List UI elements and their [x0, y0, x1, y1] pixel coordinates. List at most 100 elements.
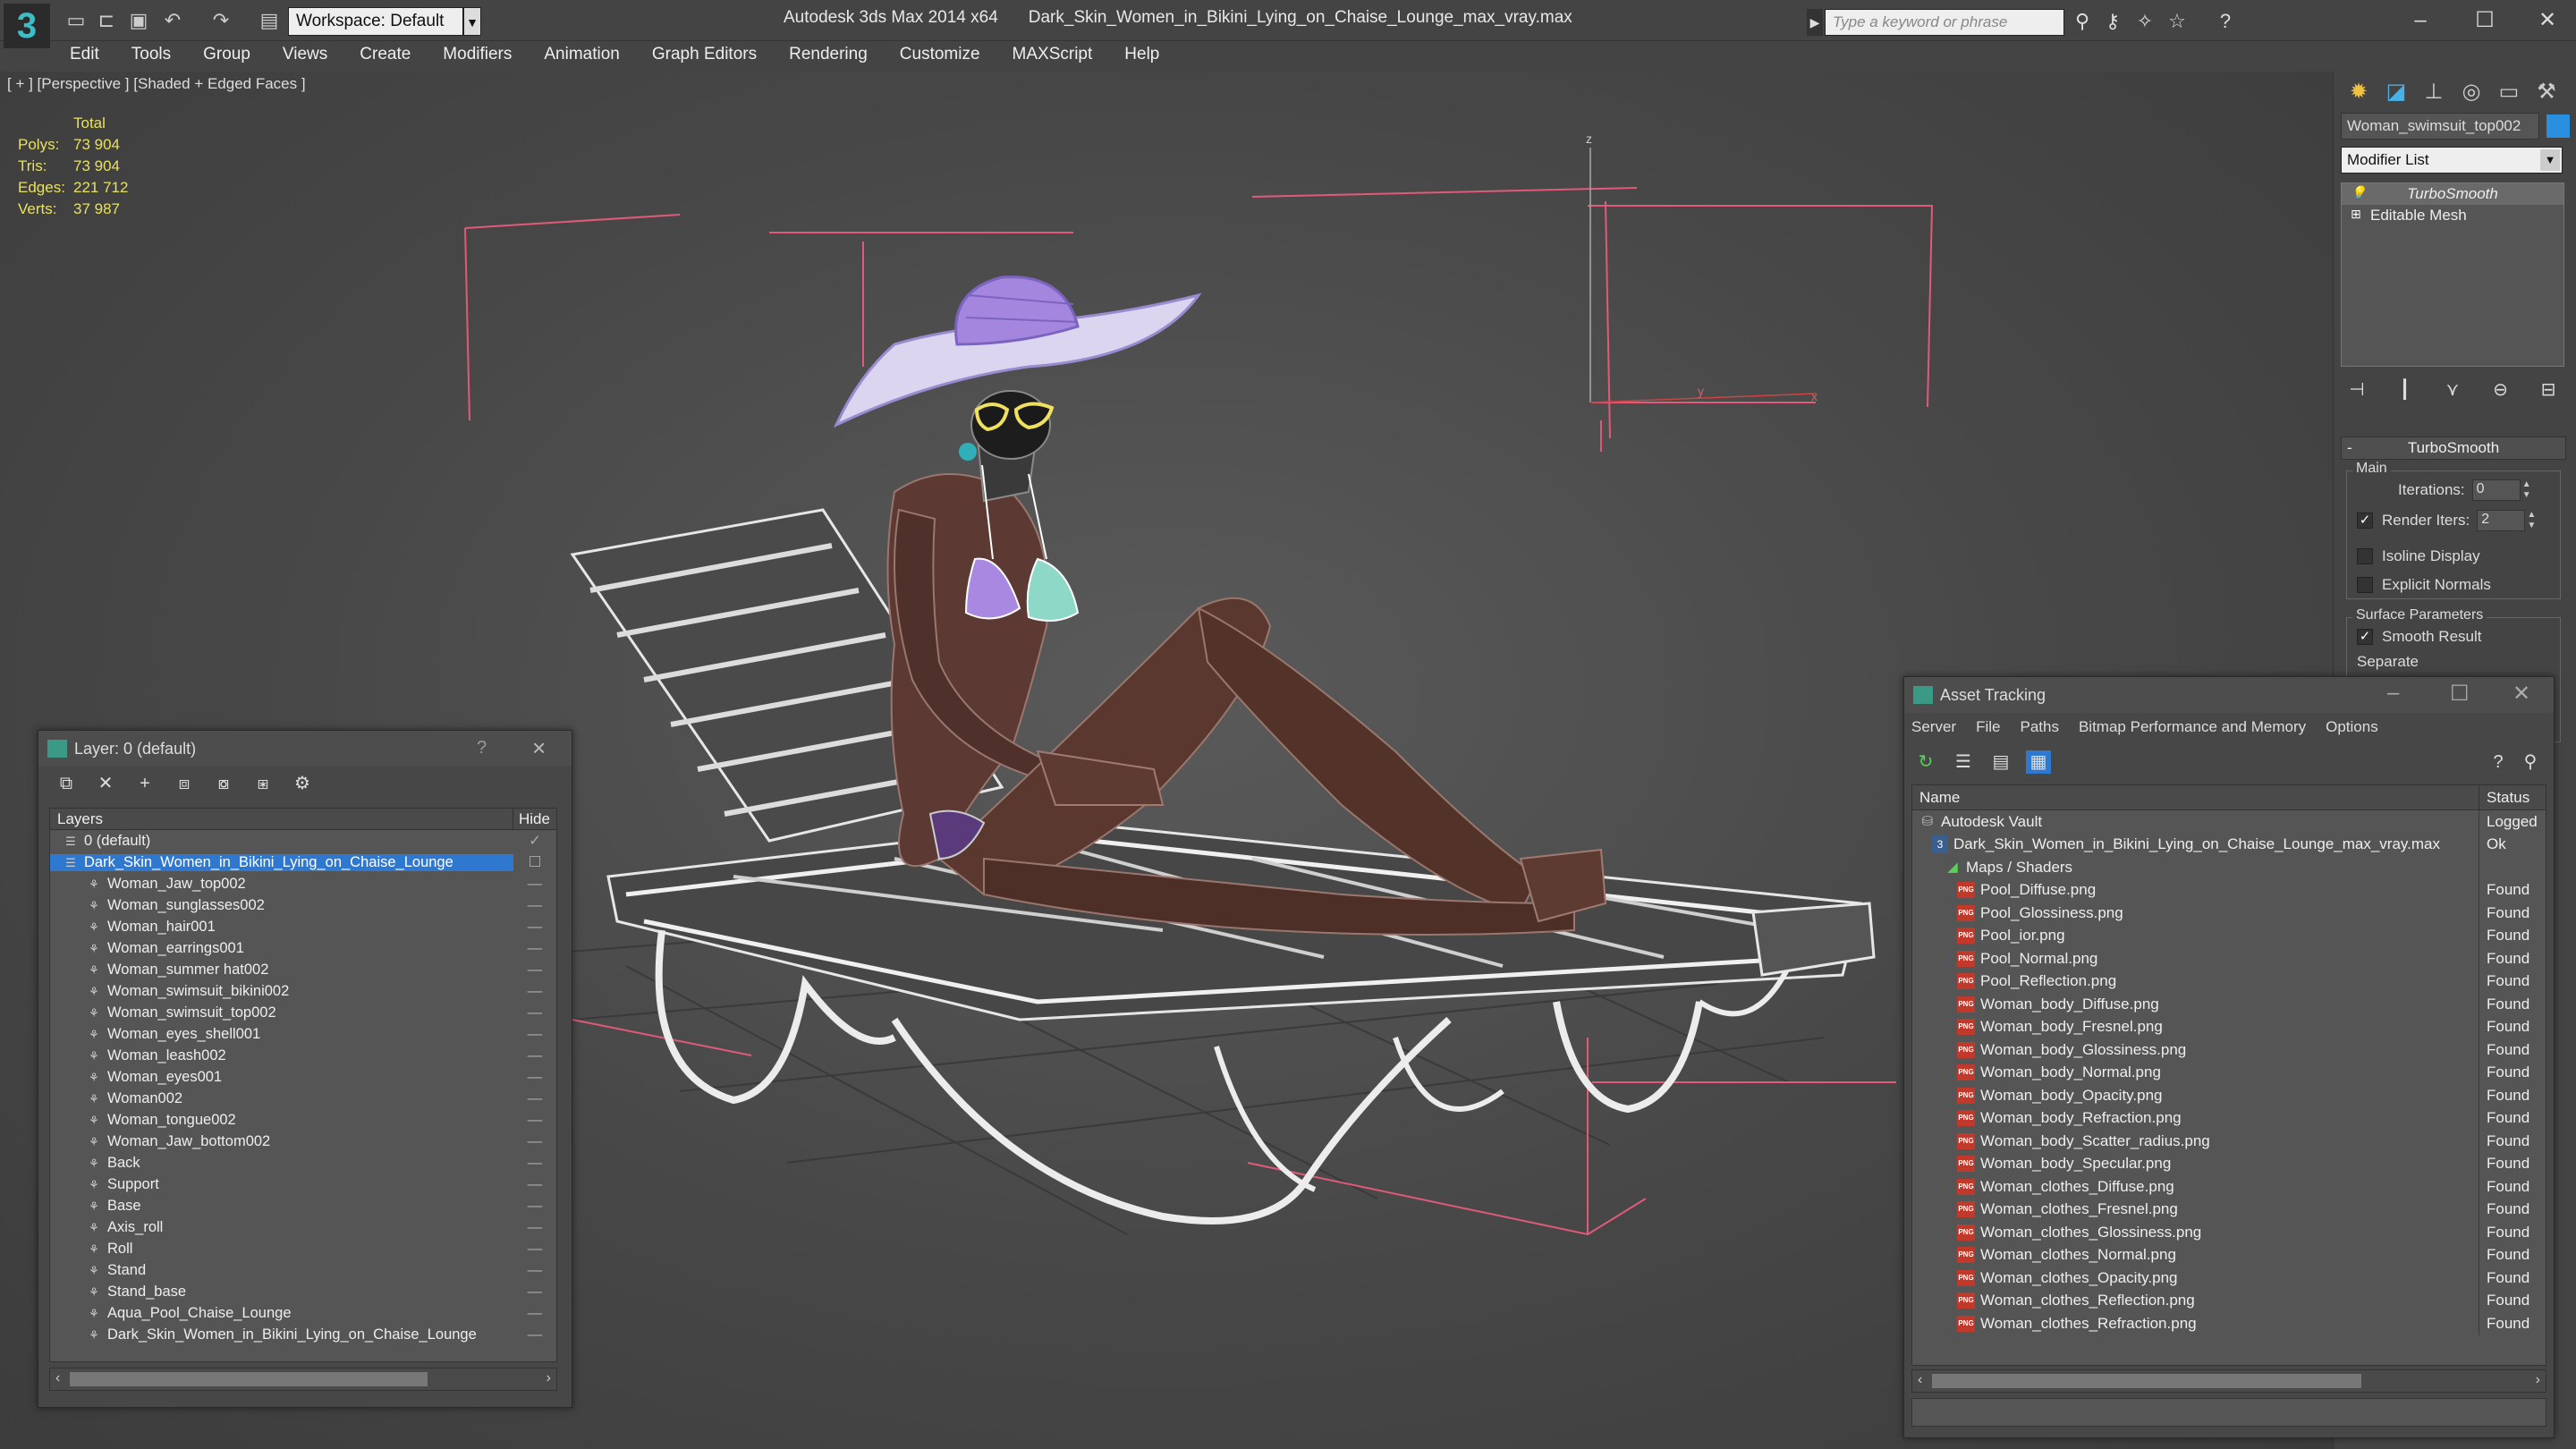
layer-row-name[interactable]: ⚘ Roll [50, 1241, 513, 1258]
menu-tools[interactable]: Tools [115, 41, 187, 68]
make-unique-icon[interactable]: ⋎ [2436, 374, 2469, 406]
help-search-icon[interactable]: ⚲ [2518, 750, 2543, 774]
new-file-icon[interactable]: ▭ [64, 9, 88, 32]
hide-toggle-icon[interactable]: — [513, 1090, 556, 1107]
asset-row-name[interactable]: PNG Pool_ior.png [1912, 924, 2479, 947]
menu-edit[interactable]: Edit [54, 41, 115, 68]
menu-maxscript[interactable]: MAXScript [996, 41, 1109, 68]
asset-row[interactable]: PNG Pool_ior.png Found [1912, 924, 2546, 947]
hide-toggle-icon[interactable]: — [513, 1112, 556, 1129]
layer-row-name[interactable]: ⚘ Woman_eyes001 [50, 1069, 513, 1086]
binoculars-icon[interactable]: ⚲ [2070, 9, 2095, 34]
smooth-result-checkbox[interactable]: ✓ [2357, 629, 2373, 645]
layer-row[interactable]: ⚘ Stand — [50, 1259, 556, 1281]
asset-row-name[interactable]: PNG Pool_Glossiness.png [1912, 902, 2479, 925]
layer-row-name[interactable]: ⚘ Woman_summer hat002 [50, 962, 513, 979]
search-input[interactable]: Type a keyword or phrase [1825, 9, 2064, 36]
layer-row-name[interactable]: ⚘ Woman_hair001 [50, 919, 513, 936]
hide-toggle-icon[interactable]: — [513, 1176, 556, 1193]
scroll-left-icon[interactable]: ‹ [55, 1370, 60, 1386]
asset-row[interactable]: PNG Woman_clothes_Refraction.png Found [1912, 1312, 2546, 1335]
render-iters-spinner[interactable]: 2 [2477, 510, 2526, 531]
asset-row-name[interactable]: PNG Woman_body_Specular.png [1912, 1152, 2479, 1175]
layer-row[interactable]: ⚘ Woman_Jaw_bottom002 — [50, 1131, 556, 1152]
configure-modifier-sets-icon[interactable]: ⊟ [2532, 374, 2564, 406]
list-view-icon[interactable]: ☰ [1951, 750, 1976, 774]
save-file-icon[interactable]: ▣ [127, 9, 150, 32]
layer-row[interactable]: ⚘ Dark_Skin_Women_in_Bikini_Lying_on_Chai… [50, 1324, 556, 1345]
layer-row-name[interactable]: ⚘ Woman_Jaw_bottom002 [50, 1133, 513, 1150]
layer-row-name[interactable]: ⚘ Woman_swimsuit_bikini002 [50, 983, 513, 1000]
scroll-right-icon[interactable]: › [547, 1370, 551, 1386]
layer-row[interactable]: ⚘ Back — [50, 1152, 556, 1174]
asset-menu-paths[interactable]: Paths [2020, 718, 2058, 740]
layer-row-name[interactable]: ⚘ Aqua_Pool_Chaise_Lounge [50, 1305, 513, 1322]
hide-toggle-icon[interactable]: — [513, 1155, 556, 1172]
hide-toggle-icon[interactable]: — [513, 1219, 556, 1236]
redo-icon[interactable]: ↷ [209, 9, 233, 32]
layer-row[interactable]: ⚘ Woman_leash002 — [50, 1045, 556, 1066]
asset-row-name[interactable]: PNG Pool_Diffuse.png [1912, 878, 2479, 902]
asset-row-name[interactable]: ◢ Maps / Shaders [1912, 856, 2479, 879]
asset-row[interactable]: PNG Woman_body_Diffuse.png Found [1912, 993, 2546, 1016]
asset-row[interactable]: PNG Woman_clothes_Fresnel.png Found [1912, 1198, 2546, 1221]
layer-row-name[interactable]: ⚘ Woman_earrings001 [50, 940, 513, 957]
layer-manager-icon[interactable]: ⧉ [53, 772, 80, 795]
column-header-hide[interactable]: Hide [513, 809, 556, 829]
delete-layer-icon[interactable]: ✕ [92, 772, 119, 795]
chevron-down-icon[interactable]: ▼ [463, 7, 481, 36]
hide-toggle-icon[interactable]: — [513, 1326, 556, 1343]
motion-tab-icon[interactable]: ◎ [2455, 77, 2487, 107]
scroll-right-icon[interactable]: › [2536, 1372, 2540, 1388]
close-icon[interactable]: × [532, 734, 546, 762]
asset-row[interactable]: PNG Pool_Diffuse.png Found [1912, 878, 2546, 902]
hide-toggle-icon[interactable]: — [513, 1133, 556, 1150]
hide-toggle-icon[interactable]: — [513, 1004, 556, 1021]
layer-row[interactable]: ⚘ Woman_summer hat002 — [50, 959, 556, 980]
undo-icon[interactable]: ↶ [161, 9, 184, 32]
menu-rendering[interactable]: Rendering [773, 41, 884, 68]
key-icon[interactable]: ⚷ [2100, 9, 2125, 34]
create-tab-icon[interactable]: ✹ [2343, 77, 2375, 107]
render-iters-checkbox[interactable]: ✓ [2357, 513, 2373, 529]
layer-row[interactable]: ⚘ Roll — [50, 1238, 556, 1259]
layer-row[interactable]: ☰ Dark_Skin_Women_in_Bikini_Lying_on_Chai… [50, 852, 556, 873]
asset-menu-server[interactable]: Server [1911, 718, 1956, 740]
asset-row[interactable]: PNG Woman_body_Glossiness.png Found [1912, 1038, 2546, 1062]
utilities-tab-icon[interactable]: ⚒ [2530, 77, 2563, 107]
layer-row[interactable]: ⚘ Woman_earrings001 — [50, 937, 556, 959]
help-icon[interactable]: ? [2213, 9, 2238, 34]
asset-row-name[interactable]: PNG Woman_clothes_Reflection.png [1912, 1289, 2479, 1312]
hide-toggle-icon[interactable]: — [513, 940, 556, 957]
asset-row[interactable]: PNG Woman_body_Specular.png Found [1912, 1152, 2546, 1175]
layer-row-name[interactable]: ⚘ Back [50, 1155, 513, 1172]
chevron-down-icon[interactable]: ▼ [2540, 149, 2560, 171]
asset-row[interactable]: PNG Woman_clothes_Opacity.png Found [1912, 1267, 2546, 1290]
detail-view-icon[interactable]: ▤ [1988, 750, 2013, 774]
asset-menu-options[interactable]: Options [2326, 718, 2378, 740]
explicit-normals-checkbox[interactable] [2357, 577, 2373, 593]
asset-row[interactable]: PNG Pool_Reflection.png Found [1912, 970, 2546, 993]
isoline-display-checkbox[interactable] [2357, 548, 2373, 564]
asset-row[interactable]: PNG Woman_body_Refraction.png Found [1912, 1106, 2546, 1130]
asset-row-name[interactable]: ⛁ Autodesk Vault [1912, 810, 2479, 834]
asset-horizontal-scrollbar[interactable]: ‹ › [1911, 1369, 2546, 1393]
iterations-spinner[interactable]: 0 [2471, 479, 2521, 501]
layer-row-name[interactable]: ☰ 0 (default) [50, 833, 513, 850]
asset-menu-bitmap-performance[interactable]: Bitmap Performance and Memory [2079, 718, 2306, 740]
create-new-layer-icon[interactable]: + [131, 772, 158, 795]
asset-row[interactable]: PNG Woman_clothes_Reflection.png Found [1912, 1289, 2546, 1312]
layer-row[interactable]: ⚘ Woman_eyes001 — [50, 1066, 556, 1088]
layer-row[interactable]: ⚘ Woman_tongue002 — [50, 1109, 556, 1131]
layer-row-name[interactable]: ⚘ Axis_roll [50, 1219, 513, 1236]
workspace-select[interactable]: Workspace: Default [288, 7, 463, 36]
layer-row-name[interactable]: ⚘ Woman_eyes_shell001 [50, 1026, 513, 1043]
project-folder-icon[interactable]: ▤ [258, 9, 281, 32]
close-icon[interactable]: ✕ [2512, 681, 2530, 707]
layer-row[interactable]: ⚘ Aqua_Pool_Chaise_Lounge — [50, 1302, 556, 1324]
layer-row[interactable]: ⚘ Woman_hair001 — [50, 916, 556, 937]
asset-row[interactable]: PNG Woman_body_Scatter_radius.png Found [1912, 1130, 2546, 1153]
asset-row-name[interactable]: PNG Woman_body_Opacity.png [1912, 1084, 2479, 1107]
menu-help[interactable]: Help [1108, 41, 1175, 68]
asset-row-name[interactable]: PNG Woman_body_Diffuse.png [1912, 993, 2479, 1016]
